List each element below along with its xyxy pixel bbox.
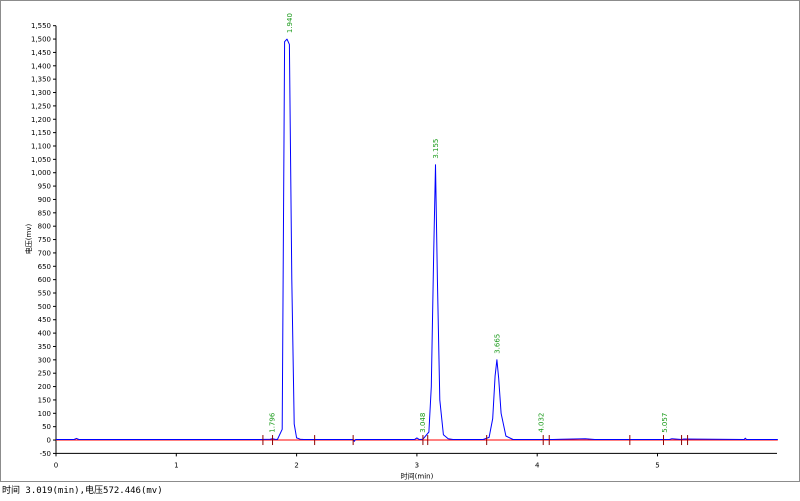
y-tick-label: 1,150 xyxy=(31,129,51,137)
y-tick-label: 850 xyxy=(38,209,51,217)
y-tick-label: 250 xyxy=(38,370,51,378)
x-tick-label: 5 xyxy=(655,461,659,469)
y-tick-label: 650 xyxy=(38,263,51,271)
x-axis-title: 时间(min) xyxy=(401,471,434,480)
y-tick-label: 50 xyxy=(42,423,51,431)
status-bar-readout: 时间 3.019(min),电压572.446(mv) xyxy=(2,486,163,496)
chart-frame: -50 0 50 100 150 200 250 300 350 400 450 500 550 600 6… xyxy=(0,0,800,482)
y-tick-label: 1,050 xyxy=(31,156,51,164)
signal-series-line xyxy=(56,38,778,442)
y-tick-label: 1,300 xyxy=(31,89,51,97)
y-tick-label: 1,350 xyxy=(31,76,51,84)
y-tick-label: 1,250 xyxy=(31,102,51,110)
y-tick-label: 450 xyxy=(38,316,51,324)
y-tick-label: -50 xyxy=(40,450,51,458)
y-tick-label: 100 xyxy=(38,410,51,418)
y-tick-label: 700 xyxy=(38,249,51,257)
y-tick-label: 1,100 xyxy=(31,142,51,150)
y-tick-label: 600 xyxy=(38,276,51,284)
y-tick-label: 400 xyxy=(38,330,51,338)
y-tick-label: 1,550 xyxy=(31,22,51,30)
y-tick-label: 750 xyxy=(38,236,51,244)
peak-label: 5.057 xyxy=(661,413,669,433)
y-tick-label: 350 xyxy=(38,343,51,351)
y-tick-label: 200 xyxy=(38,383,51,391)
x-tick-label: 0 xyxy=(54,461,58,469)
peak-label: 4.032 xyxy=(537,413,545,433)
y-tick-label: 1,500 xyxy=(31,36,51,44)
x-tick-label: 4 xyxy=(535,461,540,469)
y-tick-label: 550 xyxy=(38,290,51,298)
y-tick-label: 1,400 xyxy=(31,62,51,70)
peak-label: 1.796 xyxy=(269,412,277,433)
x-tick-label: 3 xyxy=(415,461,419,469)
peak-label: 1.940 xyxy=(286,13,294,33)
y-tick-label: 150 xyxy=(38,396,51,404)
chromatogram-chart: -500501001502002503003504004505005506006… xyxy=(24,13,778,480)
y-axis-title: 电压(mv) xyxy=(24,224,33,255)
y-tick-label: 300 xyxy=(38,356,51,364)
peak-label: 3.155 xyxy=(432,139,440,159)
peak-label: 3.665 xyxy=(493,334,501,354)
y-tick-label: 800 xyxy=(38,223,51,231)
x-tick-label: 1 xyxy=(174,461,178,469)
y-tick-label: 950 xyxy=(38,183,51,191)
peak-label: 3.048 xyxy=(419,413,427,433)
y-tick-label: 1,450 xyxy=(31,49,51,57)
y-tick-label: 0 xyxy=(47,437,51,445)
y-tick-label: 1,200 xyxy=(31,116,51,124)
x-tick-label: 2 xyxy=(294,461,298,469)
y-tick-label: 1,000 xyxy=(31,169,51,177)
y-tick-label: 900 xyxy=(38,196,51,204)
y-tick-label: 500 xyxy=(38,303,51,311)
